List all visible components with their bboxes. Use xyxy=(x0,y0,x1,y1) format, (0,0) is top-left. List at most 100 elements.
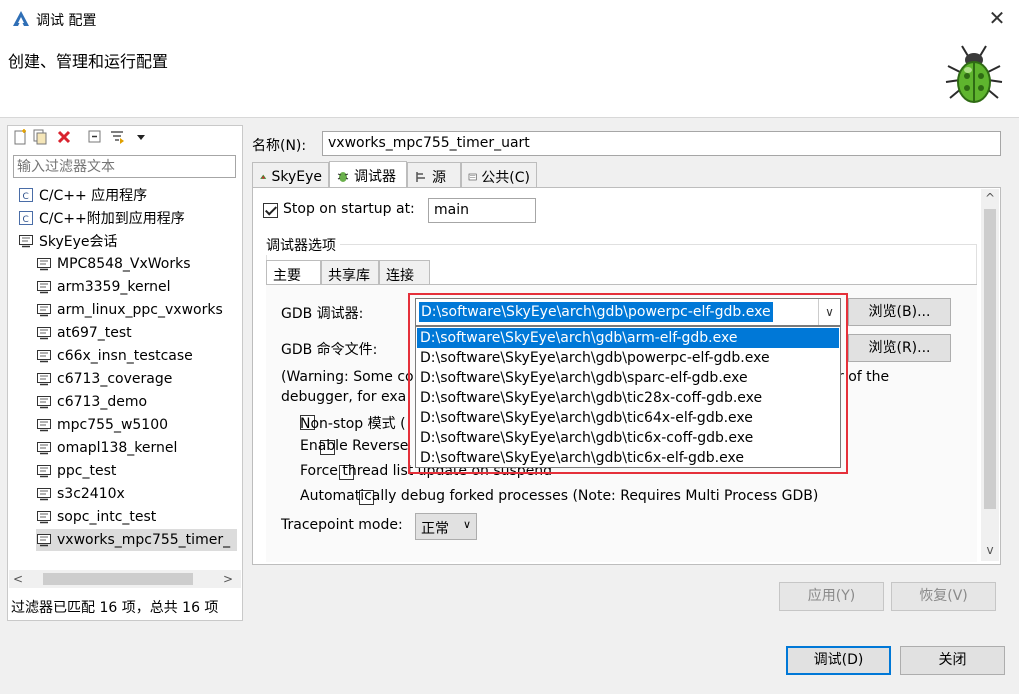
close-window-button[interactable]: ✕ xyxy=(984,5,1010,31)
content-vertical-scrollbar[interactable]: ^ v xyxy=(981,189,999,561)
tree-item[interactable]: arm_linux_ppc_vxworks xyxy=(36,299,223,321)
c-app-icon: C xyxy=(19,188,33,202)
tree-item[interactable]: omapl138_kernel xyxy=(36,437,177,459)
scrollbar-thumb[interactable] xyxy=(984,209,996,509)
tree-item-label: arm3359_kernel xyxy=(57,279,171,295)
tree-item-label: omapl138_kernel xyxy=(57,440,178,456)
title-bar xyxy=(0,0,1019,40)
tree-item[interactable]: s3c2410x xyxy=(36,483,125,505)
stop-on-startup-checkbox[interactable] xyxy=(263,203,278,218)
non-stop-mode-label: Non-stop 模式 ( xyxy=(300,416,406,432)
tree-item[interactable]: C C/C++ 应用程序 xyxy=(18,184,147,206)
config-icon xyxy=(37,534,51,547)
tree-item-label: C/C++ 应用程序 xyxy=(39,188,148,204)
tree-item[interactable]: mpc755_w5100 xyxy=(36,414,168,436)
tab-label: 源 xyxy=(432,169,446,186)
tree-item-label: c6713_coverage xyxy=(57,371,173,387)
tree-item[interactable]: vxworks_mpc755_timer_ xyxy=(36,529,237,551)
tree-item-label: c6713_demo xyxy=(57,394,148,410)
tree-item-label: c66x_insn_testcase xyxy=(57,348,193,364)
name-label: 名称(N): xyxy=(252,138,307,154)
banner-title: 创建、管理和运行配置 xyxy=(8,52,169,71)
delete-config-icon[interactable] xyxy=(56,129,72,145)
config-icon xyxy=(37,419,51,432)
tab-label: 公共(C) xyxy=(481,169,530,186)
tree-item-label: SkyEye会话 xyxy=(39,234,118,250)
apply-button[interactable]: 应用(Y) xyxy=(779,582,884,611)
scrollbar-thumb[interactable] xyxy=(43,573,193,585)
close-button[interactable]: 关闭 xyxy=(900,646,1005,675)
filter-config-icon[interactable] xyxy=(109,129,125,145)
tracepoint-mode-select[interactable]: 正常 ∨ xyxy=(415,513,477,540)
subtab-shared-libraries[interactable]: 共享库 xyxy=(321,260,379,285)
tree-item[interactable]: C C/C++附加到应用程序 xyxy=(18,207,185,229)
common-tab-icon xyxy=(468,173,477,180)
filter-input[interactable] xyxy=(13,155,236,178)
scroll-down-arrow-icon[interactable]: v xyxy=(981,541,999,559)
config-toolbar xyxy=(9,127,241,149)
tree-item-label: mpc755_w5100 xyxy=(57,417,169,433)
subtab-connection[interactable]: 连接 xyxy=(379,260,430,285)
chevron-down-icon: ∨ xyxy=(462,518,471,531)
scroll-left-arrow-icon[interactable]: < xyxy=(9,570,27,588)
tree-item-label: s3c2410x xyxy=(57,486,125,502)
tree-item-label: at697_test xyxy=(57,325,132,341)
gdb-browse-button[interactable]: 浏览(B)... xyxy=(848,298,951,326)
svg-text:C: C xyxy=(23,215,29,225)
tab-source[interactable]: 源 xyxy=(407,162,461,187)
tracepoint-mode-value: 正常 xyxy=(421,521,449,537)
config-icon xyxy=(37,465,51,478)
tab-skyeye[interactable]: SkyEye xyxy=(252,162,329,187)
tree-item-label: MPC8548_VxWorks xyxy=(57,256,191,272)
config-icon xyxy=(37,373,51,386)
app-logo-icon xyxy=(13,11,29,26)
tracepoint-mode-label: Tracepoint mode: xyxy=(281,517,403,533)
tree-item-label: arm_linux_ppc_vxworks xyxy=(57,302,223,318)
stop-on-startup-input[interactable]: main xyxy=(428,198,536,223)
skyeye-tab-icon xyxy=(260,174,267,179)
tree-item[interactable]: c66x_insn_testcase xyxy=(36,345,193,367)
config-name-input[interactable]: vxworks_mpc755_timer_uart xyxy=(322,131,1001,156)
warning-text-start: (Warning: Some co xyxy=(281,369,414,385)
gdb-command-browse-button[interactable]: 浏览(R)... xyxy=(848,334,951,362)
config-icon xyxy=(37,488,51,501)
toolbar-menu-chevron-down-icon[interactable] xyxy=(133,129,149,145)
tree-item[interactable]: ppc_test xyxy=(36,460,116,482)
gdb-debugger-label: GDB 调试器: xyxy=(281,306,364,322)
new-config-icon[interactable] xyxy=(12,129,28,145)
tab-label: 调试器 xyxy=(354,169,396,185)
highlight-annotation-box xyxy=(408,293,848,474)
tree-item[interactable]: SkyEye会话 xyxy=(18,230,118,252)
config-icon xyxy=(37,396,51,409)
source-tab-icon xyxy=(416,171,425,182)
skyeye-session-icon xyxy=(19,235,33,248)
config-icon xyxy=(37,327,51,340)
tree-item[interactable]: MPC8548_VxWorks xyxy=(36,253,191,275)
tab-common[interactable]: 公共(C) xyxy=(461,162,537,187)
subtab-main[interactable]: 主要 xyxy=(266,260,321,285)
tree-item[interactable]: sopc_intc_test xyxy=(36,506,156,528)
revert-button[interactable]: 恢复(V) xyxy=(891,582,996,611)
tab-debugger[interactable]: 调试器 xyxy=(329,161,407,187)
config-icon xyxy=(37,258,51,271)
tree-item[interactable]: c6713_demo xyxy=(36,391,147,413)
svg-text:C: C xyxy=(23,192,29,202)
tree-item-label: ppc_test xyxy=(57,463,117,479)
config-icon xyxy=(37,350,51,363)
scroll-right-arrow-icon[interactable]: > xyxy=(219,570,237,588)
bug-icon xyxy=(945,45,1003,103)
scroll-up-arrow-icon[interactable]: ^ xyxy=(981,189,999,207)
stop-on-startup-label: Stop on startup at: xyxy=(283,201,415,217)
tree-item-label: vxworks_mpc755_timer_ xyxy=(57,532,231,548)
auto-debug-forked-label: Automatically debug forked processes (No… xyxy=(300,488,819,504)
warning-text-line2: debugger, for exa xyxy=(281,389,407,405)
left-horizontal-scrollbar[interactable]: < > xyxy=(9,570,241,588)
collapse-all-icon[interactable] xyxy=(87,129,103,145)
tree-item[interactable]: at697_test xyxy=(36,322,132,344)
tree-item[interactable]: c6713_coverage xyxy=(36,368,172,390)
config-icon xyxy=(37,442,51,455)
config-icon xyxy=(37,511,51,524)
debug-button[interactable]: 调试(D) xyxy=(786,646,891,675)
tree-item[interactable]: arm3359_kernel xyxy=(36,276,170,298)
duplicate-config-icon[interactable] xyxy=(32,129,48,145)
